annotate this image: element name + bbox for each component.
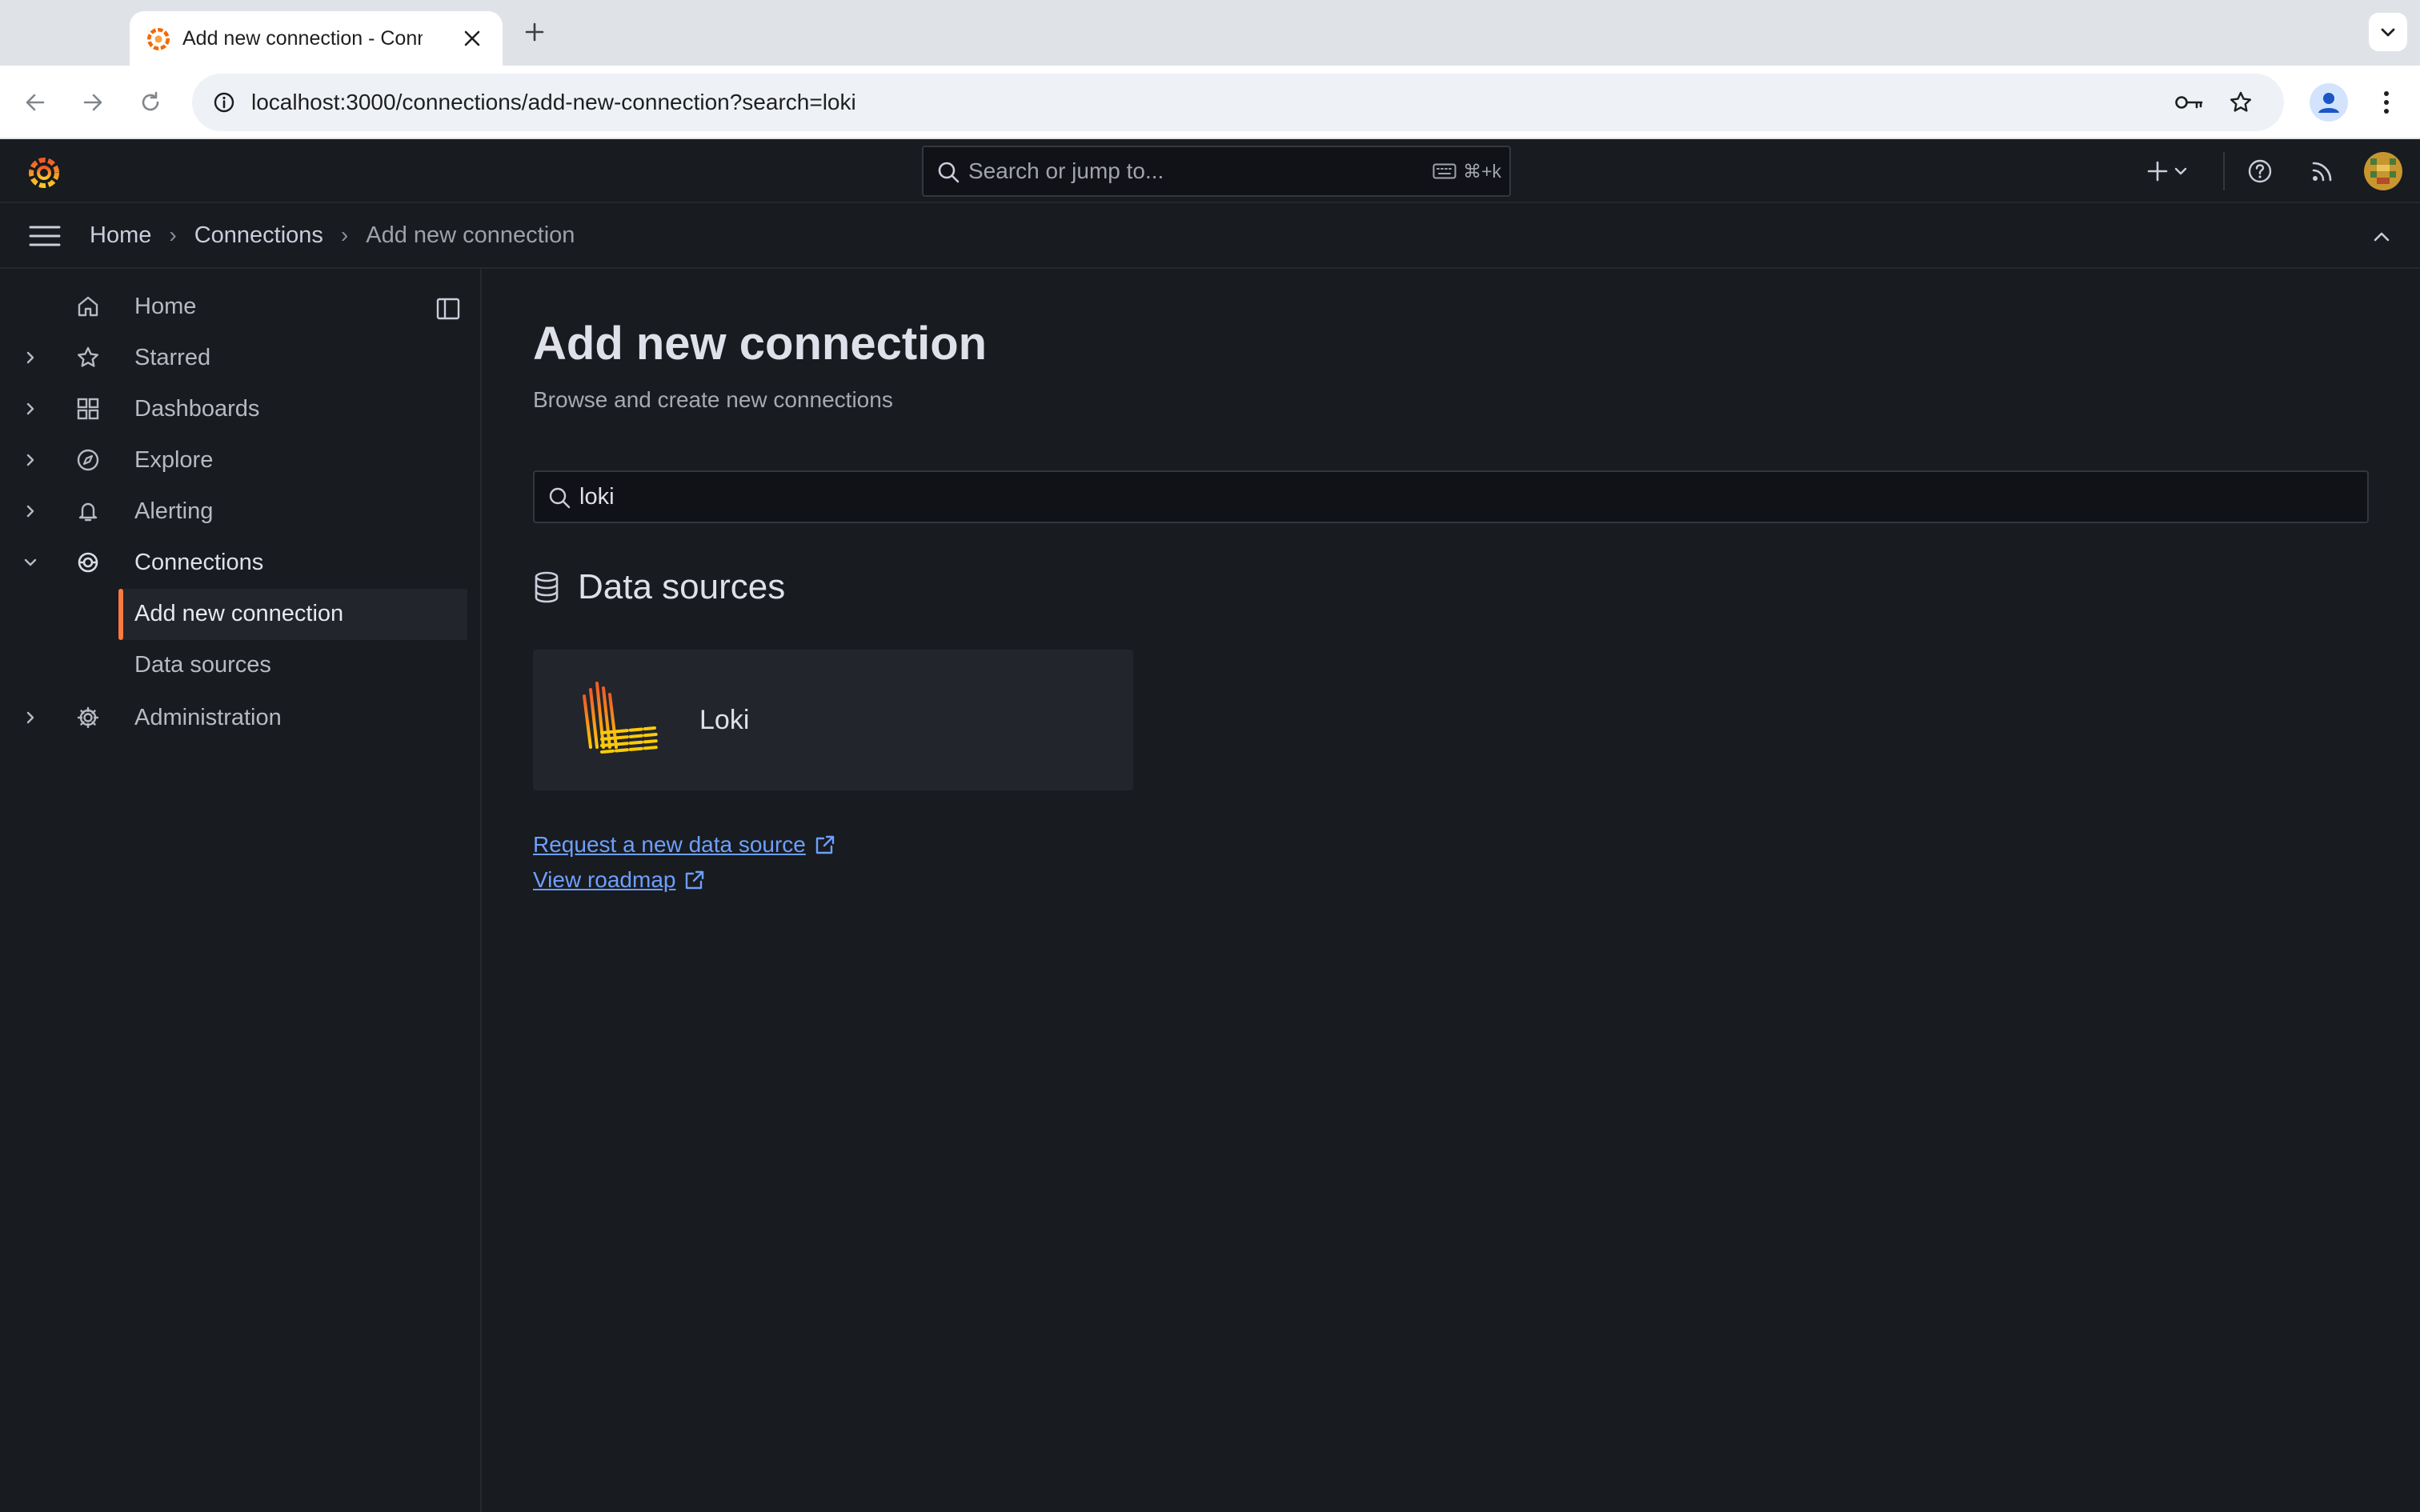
- breadcrumb-home[interactable]: Home: [90, 222, 151, 249]
- loki-logo-icon: [583, 682, 659, 754]
- cog-icon: [75, 705, 101, 730]
- home-icon: [75, 294, 101, 319]
- browser-tabstrip: Add new connection - Connections - Grafa…: [0, 0, 2420, 66]
- main-content: Add new connection Browse and create new…: [483, 269, 2420, 1512]
- topbar-divider: [2223, 152, 2225, 190]
- back-icon[interactable]: [18, 85, 53, 120]
- search-icon: [938, 162, 960, 183]
- news-rss-icon[interactable]: [2305, 154, 2340, 189]
- sidebar-item-alerting[interactable]: Alerting: [0, 486, 467, 536]
- shortcut-hint: ⌘+k: [1432, 157, 1501, 186]
- address-bar[interactable]: localhost:3000/connections/add-new-conne…: [192, 74, 2284, 131]
- compass-icon: [75, 447, 101, 473]
- sidebar-item-label: Administration: [134, 705, 282, 730]
- sidebar-item-label: Starred: [134, 345, 211, 370]
- link-icon: [75, 550, 101, 575]
- view-roadmap-link[interactable]: View roadmap: [533, 864, 706, 896]
- shortcut-text: ⌘+k: [1463, 160, 1501, 182]
- breadcrumb-separator: ›: [169, 222, 177, 247]
- active-indicator: [118, 589, 123, 640]
- sidebar-item-label: Explore: [134, 447, 214, 473]
- password-key-icon[interactable]: [2174, 86, 2206, 118]
- page-title: Add new connection: [533, 318, 988, 370]
- bell-icon: [75, 498, 101, 524]
- chevron-right-icon[interactable]: [19, 706, 42, 729]
- chevron-right-icon[interactable]: [19, 398, 42, 420]
- plus-icon: [2147, 161, 2168, 182]
- global-search[interactable]: Search or jump to... ⌘+k: [922, 146, 1511, 197]
- url-text[interactable]: localhost:3000/connections/add-new-conne…: [251, 74, 856, 131]
- chevron-up-icon[interactable]: [2364, 219, 2399, 254]
- bookmark-star-icon[interactable]: [2225, 86, 2257, 118]
- browser-profile-icon[interactable]: [2310, 83, 2348, 122]
- site-info-icon[interactable]: [208, 86, 240, 118]
- sidebar-item-starred[interactable]: Starred: [0, 333, 467, 382]
- breadcrumb-separator: ›: [340, 222, 349, 247]
- page-subtitle: Browse and create new connections: [533, 387, 893, 412]
- reload-icon[interactable]: [133, 85, 168, 120]
- breadcrumb: Home › Connections › Add new connection: [90, 203, 575, 267]
- browser-menu-icon[interactable]: [2370, 83, 2402, 122]
- new-menu-button[interactable]: [2146, 154, 2210, 189]
- sidebar-item-label: Add new connection: [134, 601, 344, 626]
- browser-tab[interactable]: Add new connection - Connections - Grafa…: [130, 11, 503, 66]
- grafana-favicon-icon: [147, 27, 170, 50]
- sidebar-subitem-data-sources[interactable]: Data sources: [118, 640, 467, 691]
- sidebar-item-administration[interactable]: Administration: [0, 693, 467, 742]
- sidebar-item-label: Connections: [134, 550, 264, 575]
- tab-title: Add new connection - Connections - Grafa…: [182, 27, 423, 50]
- user-avatar[interactable]: [2364, 152, 2402, 190]
- keyboard-icon: [1432, 163, 1456, 179]
- chevron-right-icon[interactable]: [19, 449, 42, 471]
- link-text: Request a new data source: [533, 832, 806, 857]
- database-icon: [535, 571, 559, 603]
- browser-toolbar: localhost:3000/connections/add-new-conne…: [0, 66, 2420, 139]
- loki-datasource-card[interactable]: Loki: [533, 650, 1133, 790]
- request-data-source-link[interactable]: Request a new data source: [533, 829, 836, 861]
- new-tab-icon[interactable]: [519, 16, 551, 48]
- section-title: Data sources: [578, 567, 786, 606]
- external-link-icon: [815, 835, 835, 854]
- sidebar-item-connections[interactable]: Connections: [0, 538, 467, 587]
- help-icon[interactable]: [2242, 154, 2278, 189]
- chevron-down-icon: [2174, 167, 2187, 175]
- sidebar: Home Starred Dashboards Explore Alerting…: [0, 269, 482, 1512]
- sidebar-item-home[interactable]: Home: [0, 282, 467, 331]
- link-text: View roadmap: [533, 867, 676, 892]
- sidebar-item-label: Home: [134, 294, 197, 319]
- sidebar-item-label: Dashboards: [134, 396, 260, 422]
- sidebar-item-label: Alerting: [134, 498, 214, 524]
- sidebar-item-label: Data sources: [134, 652, 271, 678]
- sidebar-item-explore[interactable]: Explore: [0, 435, 467, 485]
- star-icon: [75, 345, 101, 370]
- connection-search[interactable]: [533, 470, 2369, 523]
- search-icon: [549, 487, 571, 509]
- forward-icon[interactable]: [75, 85, 110, 120]
- breadcrumb-bar: Home › Connections › Add new connection: [0, 203, 2420, 269]
- breadcrumb-connections[interactable]: Connections: [194, 222, 323, 249]
- chevron-down-icon[interactable]: [19, 551, 42, 574]
- external-link-icon: [686, 870, 704, 890]
- breadcrumb-current: Add new connection: [366, 222, 575, 248]
- grafana-logo-icon[interactable]: [24, 152, 64, 192]
- chevron-right-icon[interactable]: [19, 346, 42, 369]
- menu-hamburger-icon[interactable]: [27, 221, 62, 251]
- grafana-topbar: Search or jump to... ⌘+k: [0, 139, 2420, 203]
- data-sources-section-header: Data sources: [533, 565, 785, 610]
- chevron-right-icon[interactable]: [19, 500, 42, 522]
- connection-search-input[interactable]: [579, 472, 2340, 522]
- sidebar-subitem-add-new-connection[interactable]: Add new connection: [118, 589, 467, 640]
- datasource-name: Loki: [699, 705, 750, 735]
- tab-search-chevron-icon[interactable]: [2369, 13, 2407, 51]
- apps-icon: [75, 396, 101, 422]
- tab-close-icon[interactable]: [456, 22, 488, 54]
- sidebar-item-dashboards[interactable]: Dashboards: [0, 384, 467, 434]
- search-placeholder: Search or jump to...: [968, 158, 1164, 183]
